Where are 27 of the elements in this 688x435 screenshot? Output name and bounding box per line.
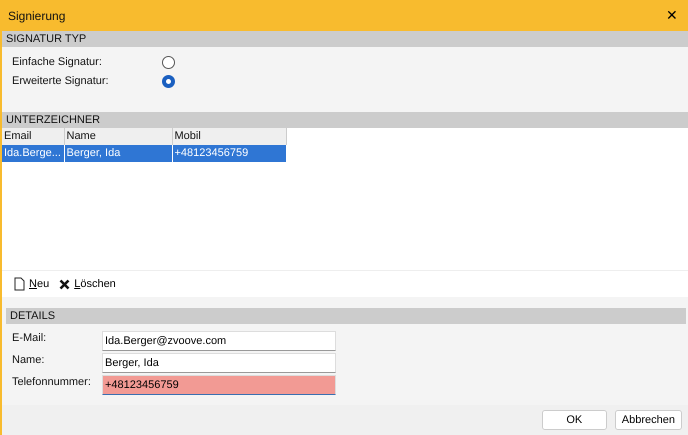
cancel-button[interactable]: Abbrechen xyxy=(614,410,682,430)
radio-label: Einfache Signatur: xyxy=(12,55,103,70)
close-button[interactable]: ✕ xyxy=(662,5,682,26)
section-header: SIGNATUR TYP xyxy=(2,31,688,47)
field-label: E-Mail: xyxy=(11,331,48,346)
input-field[interactable]: Ida.Berger@zvoove.com xyxy=(102,331,336,351)
toolbar-button[interactable]: Neu xyxy=(14,276,50,292)
radio-button[interactable] xyxy=(162,75,175,88)
table-cell: +48123456759 xyxy=(172,145,286,162)
field-label: Telefonnummer: xyxy=(11,375,92,390)
section-header: UNTERZEICHNER xyxy=(2,112,688,128)
document-icon xyxy=(14,277,25,291)
table-cell: Berger, Ida xyxy=(64,145,172,162)
toolbar-button[interactable]: Löschen xyxy=(59,276,116,292)
column-header[interactable]: Name xyxy=(64,128,172,145)
section-header: DETAILS xyxy=(6,308,686,324)
ok-button[interactable]: OK xyxy=(542,410,607,430)
close-icon xyxy=(59,278,70,290)
table-cell: Ida.Berge... xyxy=(2,145,64,162)
window-title: Signierung xyxy=(8,8,66,24)
radio-button[interactable] xyxy=(162,56,175,69)
input-field[interactable]: +48123456759 xyxy=(102,375,336,395)
column-header[interactable]: Mobil xyxy=(172,128,286,145)
field-label: Name: xyxy=(11,353,46,368)
radio-label: Erweiterte Signatur: xyxy=(12,74,110,90)
input-field[interactable]: Berger, Ida xyxy=(102,353,336,373)
column-header[interactable]: Email xyxy=(2,128,64,145)
